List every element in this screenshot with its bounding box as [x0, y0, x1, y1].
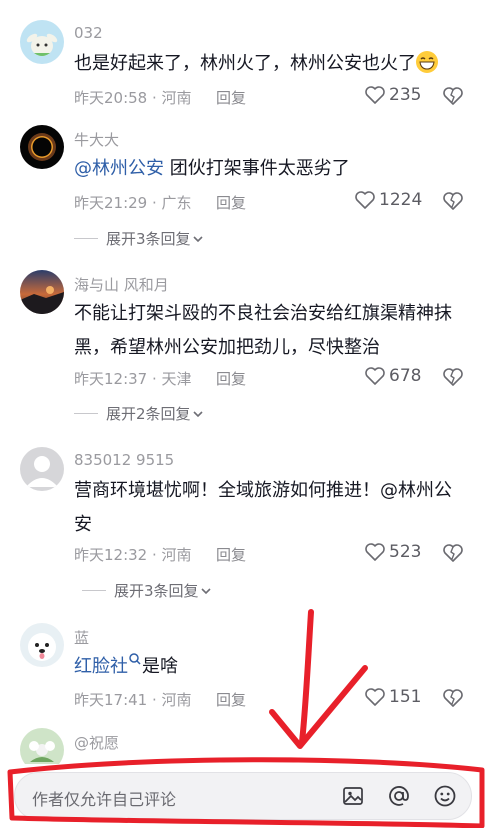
like-button[interactable]: 1224	[354, 190, 422, 210]
reply-button[interactable]: 回复	[216, 544, 246, 565]
broken-heart-icon	[443, 544, 463, 562]
emoji-icon[interactable]	[433, 784, 457, 812]
like-count: 678	[389, 366, 422, 386]
comment-body: 营商环境堪忧啊！全域旅游如何推进！	[74, 480, 380, 501]
heart-icon	[365, 688, 385, 706]
expand-label: 展开3条回复	[106, 230, 191, 248]
divider	[82, 590, 106, 591]
username[interactable]: 海与山 风和月	[74, 274, 169, 295]
at-icon[interactable]	[387, 784, 411, 812]
dog-plush-avatar-icon	[26, 33, 58, 56]
like-count: 523	[389, 542, 422, 562]
comment-input-placeholder: 作者仅允许自己评论	[32, 790, 177, 809]
reply-button[interactable]: 回复	[216, 368, 246, 389]
like-count: 235	[389, 85, 422, 105]
expand-replies-button[interactable]: 展开2条回复	[74, 403, 205, 424]
white-dog-avatar-icon	[28, 633, 56, 661]
username[interactable]: 蓝	[74, 627, 89, 648]
comment-text: 红脸社 是啥	[74, 650, 469, 684]
comment-text: 营商环境堪忧啊！全域旅游如何推进！@林州公安	[74, 474, 469, 542]
heart-icon	[365, 543, 385, 561]
username[interactable]: 牛大大	[74, 129, 119, 150]
like-count: 151	[389, 687, 422, 707]
chevron-down-icon	[200, 587, 211, 594]
dislike-button[interactable]	[442, 688, 464, 712]
reply-button[interactable]: 回复	[216, 192, 246, 213]
avatar[interactable]	[20, 20, 64, 64]
reply-button[interactable]: 回复	[216, 689, 246, 710]
username[interactable]: 032	[74, 24, 103, 42]
divider	[74, 238, 98, 239]
expand-label: 展开2条回复	[106, 405, 191, 423]
broken-heart-icon	[443, 192, 463, 210]
avatar[interactable]	[20, 447, 64, 491]
grin-emoji-icon	[416, 51, 438, 73]
expand-label: 展开3条回复	[114, 582, 199, 600]
username[interactable]: 835012 9515	[74, 451, 174, 469]
default-user-avatar-icon	[26, 456, 58, 487]
avatar[interactable]	[20, 125, 64, 169]
comment-body: 团伙打架事件太恶劣了	[164, 158, 350, 179]
comment-text: 也是好起来了，林州火了，林州公安也火了	[74, 47, 469, 81]
dislike-button[interactable]	[442, 191, 464, 215]
expand-replies-button[interactable]: 展开3条回复	[82, 580, 213, 601]
heart-icon	[355, 191, 375, 209]
dislike-button[interactable]	[442, 543, 464, 567]
comment-text: @林州公安 团伙打架事件太恶劣了	[74, 152, 469, 186]
image-icon[interactable]	[341, 784, 365, 812]
comment-meta: 昨天12:37 · 天津	[74, 370, 192, 388]
like-count: 1224	[379, 190, 423, 210]
like-button[interactable]: 523	[364, 542, 421, 562]
sunset-avatar-icon	[20, 286, 64, 314]
comment-meta: 昨天20:58 · 河南	[74, 89, 192, 107]
solar-eclipse-avatar-icon	[28, 133, 56, 161]
comment-body: 是啥	[142, 656, 178, 677]
username[interactable]: @祝愿	[74, 732, 119, 753]
like-button[interactable]: 151	[364, 687, 421, 707]
dislike-button[interactable]	[442, 367, 464, 391]
comment-input-bar: 作者仅允许自己评论	[0, 764, 486, 828]
chevron-down-icon	[192, 235, 203, 242]
comment-input[interactable]: 作者仅允许自己评论	[14, 772, 472, 820]
expand-replies-button[interactable]: 展开3条回复	[74, 228, 205, 249]
comment-text: 不能让打架斗殴的不良社会治安给红旗渠精神抹黑，希望林州公安加把劲儿，尽快整治	[74, 303, 452, 358]
reply-button[interactable]: 回复	[216, 87, 246, 108]
dislike-button[interactable]	[442, 86, 464, 110]
heart-icon	[365, 367, 385, 385]
comment-meta: 昨天17:41 · 河南	[74, 691, 192, 709]
broken-heart-icon	[443, 368, 463, 386]
avatar[interactable]	[20, 623, 64, 667]
broken-heart-icon	[443, 689, 463, 707]
comment-body: 也是好起来了，林州火了，林州公安也火了	[74, 53, 416, 74]
topic-link[interactable]: 红脸社	[74, 656, 128, 677]
mention-link[interactable]: @林州公安	[74, 158, 164, 179]
search-icon[interactable]	[128, 652, 142, 666]
like-button[interactable]: 235	[364, 85, 421, 105]
broken-heart-icon	[443, 87, 463, 105]
avatar[interactable]	[20, 270, 64, 314]
comment-meta: 昨天12:32 · 河南	[74, 546, 192, 564]
comment-meta: 昨天21:29 · 广东	[74, 194, 192, 212]
divider	[74, 413, 98, 414]
heart-icon	[365, 86, 385, 104]
like-button[interactable]: 678	[364, 366, 421, 386]
chevron-down-icon	[192, 410, 203, 417]
